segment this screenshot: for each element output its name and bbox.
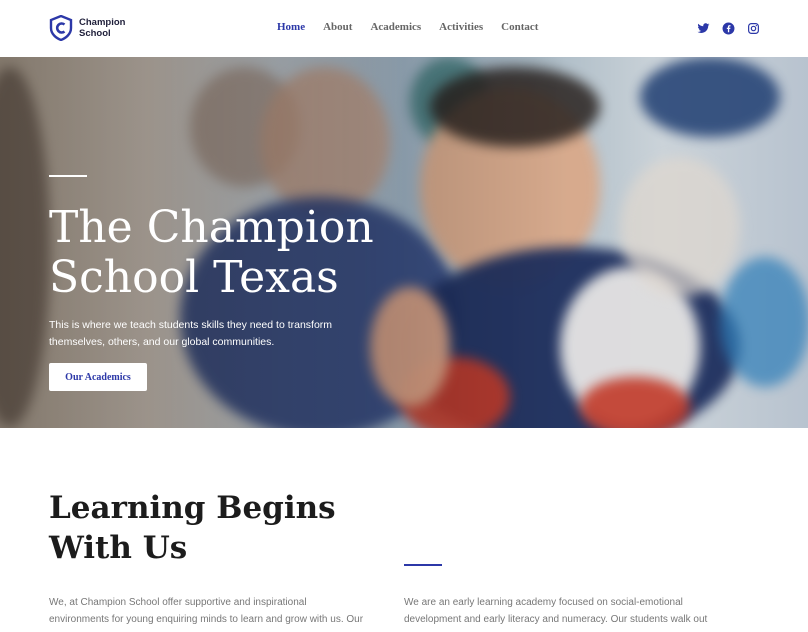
logo-name-line1: Champion — [79, 17, 126, 28]
site-header: Champion School Home About Academics Act… — [0, 0, 808, 57]
logo-text: Champion School — [79, 17, 125, 39]
intro-title: Learning Begins With Us — [49, 490, 336, 566]
intro-divider — [404, 564, 442, 566]
intro-left-text: We, at Champion School offer supportive … — [49, 597, 364, 625]
instagram-icon[interactable] — [747, 22, 760, 35]
hero-section: The Champion School Texas This is where … — [0, 57, 808, 428]
logo[interactable]: Champion School — [49, 15, 125, 41]
nav-home[interactable]: Home — [277, 21, 305, 33]
social-links — [697, 22, 772, 35]
hero-subtitle: This is where we teach students skills t… — [49, 319, 333, 348]
nav-contact[interactable]: Contact — [501, 21, 538, 33]
hero-title: The Champion School Texas — [49, 202, 374, 303]
nav-activities[interactable]: Activities — [439, 21, 483, 33]
intro-right-text: We are an early learning academy focused… — [404, 597, 708, 625]
nav-academics[interactable]: Academics — [370, 21, 421, 33]
main-nav: Home About Academics Activities Contact — [277, 21, 556, 33]
our-academics-button[interactable]: Our Academics — [49, 363, 147, 391]
hero-divider — [49, 175, 87, 177]
twitter-icon[interactable] — [697, 22, 710, 35]
facebook-icon[interactable] — [722, 22, 735, 35]
nav-about[interactable]: About — [323, 21, 352, 33]
shield-logo-icon — [49, 15, 73, 41]
logo-name-line2: School — [79, 28, 111, 39]
